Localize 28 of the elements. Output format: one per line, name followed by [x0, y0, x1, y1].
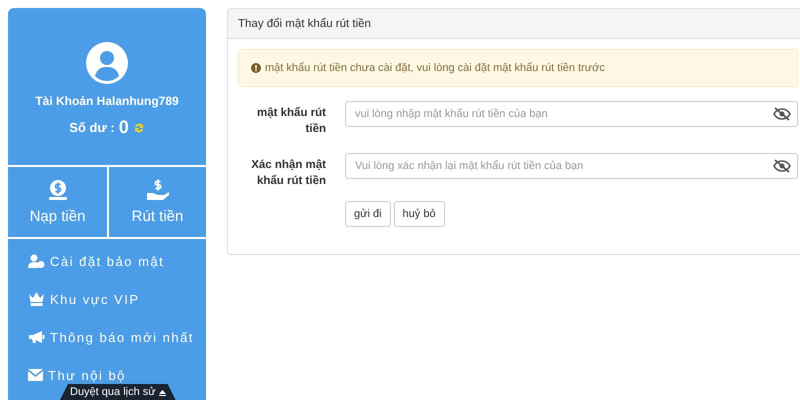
history-tab[interactable]: Duyệt qua lịch sử	[60, 384, 176, 400]
menu-item[interactable]: Thư nội bộ	[28, 367, 126, 383]
submit-button[interactable]: gửi đi	[345, 201, 391, 227]
hand-coin-icon	[146, 179, 170, 201]
field-label: mật khẩu rút tiền	[256, 106, 326, 137]
menu-item[interactable]: Cài đặt bảo mật	[28, 253, 164, 269]
deposit-button[interactable]: Nạp tiền	[8, 167, 107, 237]
alert-text: mật khẩu rút tiền chưa cài đặt, vui lòng cài đặt mật khẩu rút tiền trước	[265, 62, 605, 74]
cancel-button[interactable]: huỷ bỏ	[394, 201, 445, 227]
balance-value: 0	[118, 117, 129, 138]
menu-item[interactable]: Khu vực VIP	[28, 291, 140, 307]
coin-icon	[46, 179, 68, 201]
panel-title: Thay đổi mật khẩu rút tiền	[228, 9, 800, 39]
envelope-icon	[28, 369, 43, 381]
password-field[interactable]: Vui lòng xác nhận lại mật khẩu rút tiền của bạn	[345, 153, 798, 179]
exclamation-icon	[251, 63, 261, 73]
password-field[interactable]: vui lòng nhập mật khẩu rút tiền của bạn	[345, 101, 798, 127]
megaphone-icon	[28, 330, 45, 344]
withdraw-button[interactable]: Rút tiền	[107, 167, 206, 237]
eye-slash-icon[interactable]	[773, 159, 791, 173]
menu-item[interactable]: Thông báo mới nhất	[28, 329, 194, 345]
eye-slash-icon[interactable]	[773, 107, 791, 121]
balance-label: Số dư :	[69, 120, 115, 135]
field-label: Xác nhận mật khẩu rút tiền	[250, 158, 326, 189]
avatar-icon	[86, 42, 128, 84]
account-name: Tài Khoản Halanhung789	[35, 94, 179, 108]
eject-icon	[158, 388, 166, 396]
crown-icon	[28, 291, 45, 307]
